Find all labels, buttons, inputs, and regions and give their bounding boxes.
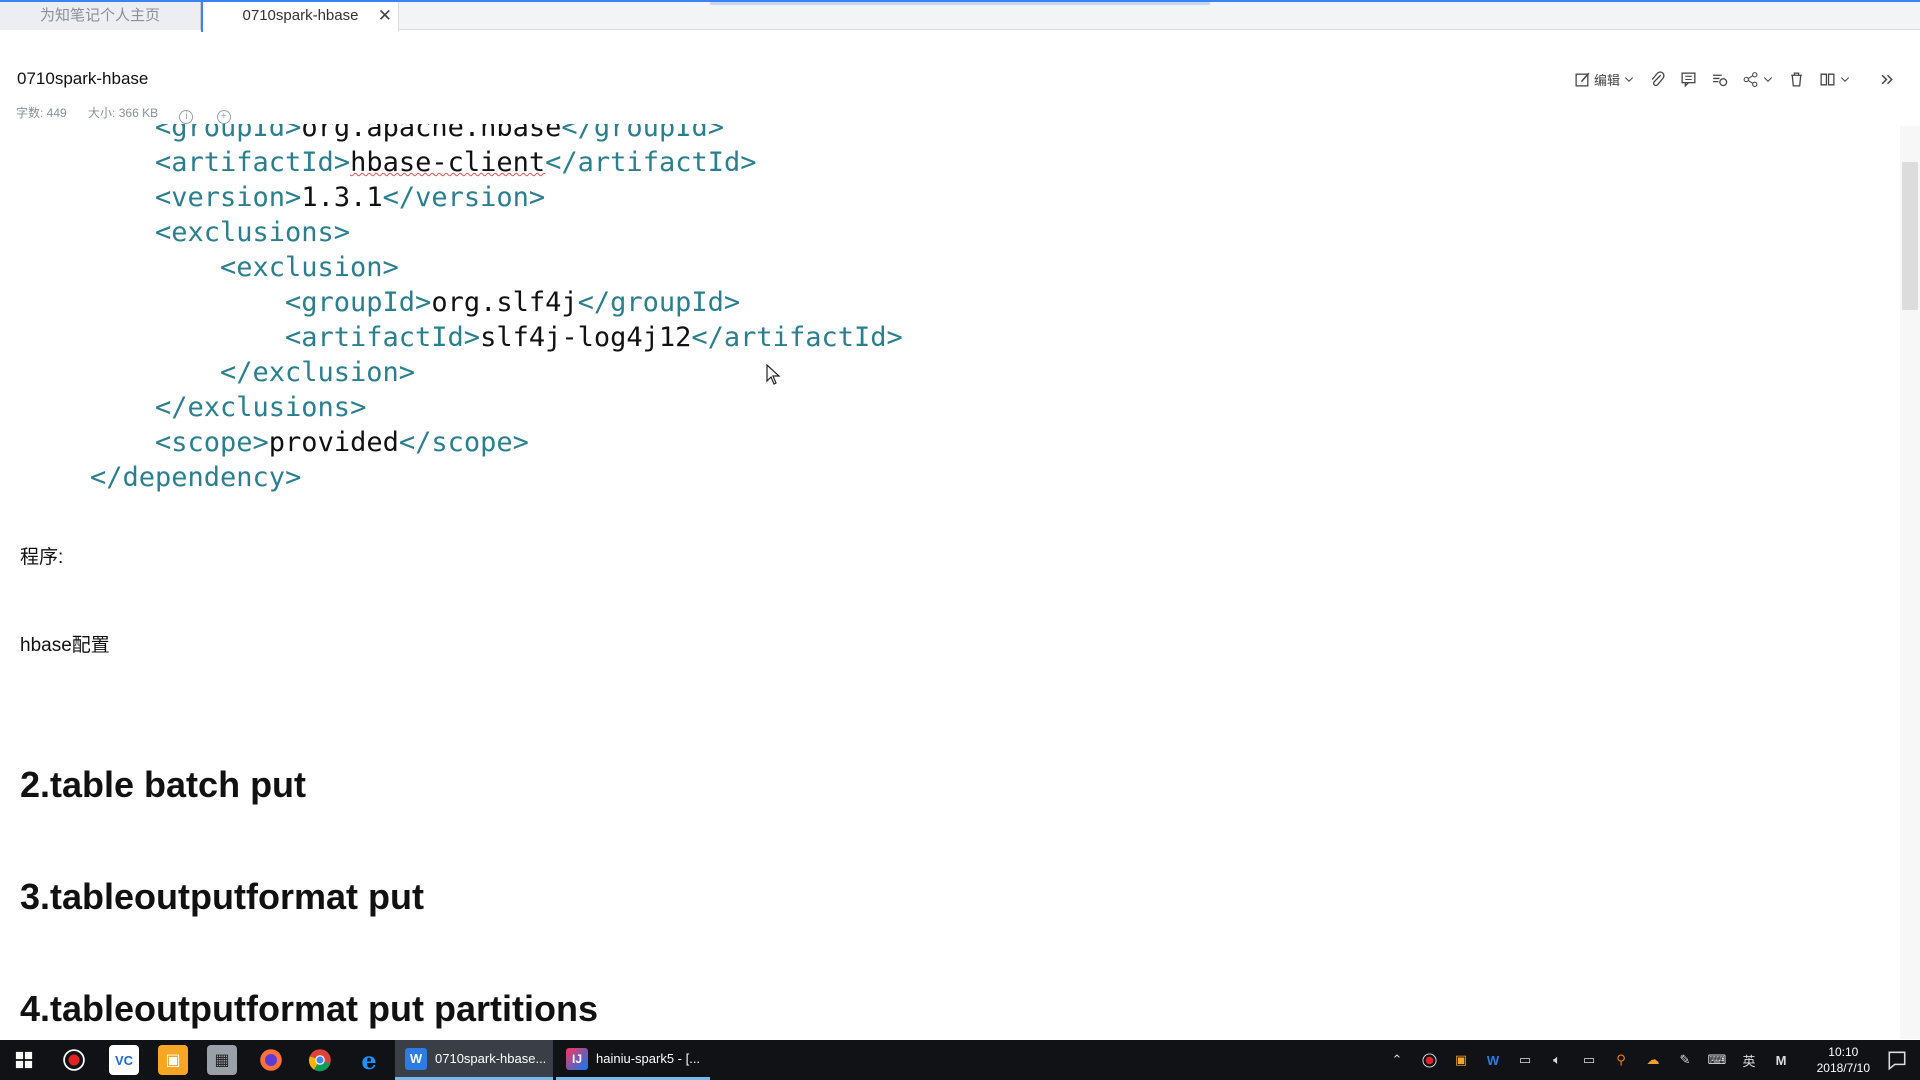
- info-icon[interactable]: i: [179, 110, 194, 124]
- scrollbar-thumb[interactable]: [1902, 162, 1918, 310]
- attachment-button[interactable]: [1649, 68, 1666, 90]
- taskbar-app-wiz-note[interactable]: W 0710spark-hbase...: [395, 1040, 553, 1080]
- mouse-cursor-icon: [766, 364, 781, 385]
- tab-bar: 为知笔记个人主页 0710spark-hbase ✕: [0, 0, 1920, 32]
- taskbar-app-intellij[interactable]: IJ hainiu-spark5 - [...: [556, 1040, 710, 1080]
- recorder-icon[interactable]: [59, 1045, 89, 1075]
- code-line: </exclusion>: [220, 357, 416, 388]
- book-icon: [1820, 73, 1835, 85]
- word-count: 字数: 449: [16, 106, 67, 120]
- code-line: <groupId>org.apache.hbase</groupId>: [155, 124, 724, 143]
- history-icon: [1713, 74, 1728, 86]
- chevron-up-icon[interactable]: ⌃: [1388, 1051, 1406, 1069]
- code-line: <exclusions>: [155, 217, 351, 248]
- calculator-app-icon[interactable]: ▦: [207, 1045, 237, 1075]
- close-icon[interactable]: ✕: [378, 2, 392, 30]
- tab-note[interactable]: 0710spark-hbase ✕: [201, 2, 399, 32]
- edge-icon[interactable]: e: [354, 1045, 384, 1075]
- volume-icon[interactable]: 🔈︎: [1548, 1051, 1566, 1069]
- code-line: <version>1.3.1</version>: [155, 182, 546, 213]
- cloud-tray-icon[interactable]: ☁: [1644, 1051, 1662, 1069]
- program-label: 程序:: [20, 547, 64, 568]
- note-title: 0710spark-hbase: [17, 69, 149, 88]
- clock[interactable]: 10:10 2018/7/10: [1817, 1044, 1870, 1076]
- ime-mode-icon[interactable]: M: [1772, 1051, 1790, 1069]
- chevron-down-icon: [1624, 77, 1634, 82]
- keyboard-icon[interactable]: ⌨: [1708, 1051, 1727, 1069]
- taskbar-app-label: 0710spark-hbase...: [435, 1051, 547, 1066]
- code-line: <scope>provided</scope>: [155, 427, 529, 458]
- expand-button[interactable]: [1879, 68, 1896, 90]
- note-meta: 字数: 449 大小: 366 KB i +: [16, 104, 251, 124]
- heading-table-batch-put: 2.table batch put: [20, 764, 307, 805]
- code-line: <artifactId>hbase-client</artifactId>: [155, 147, 757, 178]
- search-tray-icon[interactable]: ⚲: [1612, 1051, 1630, 1069]
- code-line: </dependency>: [90, 462, 302, 493]
- notification-center-icon[interactable]: [1886, 1049, 1908, 1071]
- heading-tableoutputformat-put: 3.tableoutputformat put: [20, 876, 424, 917]
- note-toolbar: 编辑: [1574, 68, 1896, 90]
- code-line: <groupId>org.slf4j</groupId>: [285, 287, 741, 318]
- firefox-icon[interactable]: [256, 1045, 286, 1075]
- edit-icon: [1575, 72, 1590, 87]
- ime-language-indicator[interactable]: 英: [1740, 1051, 1758, 1069]
- history-button[interactable]: [1711, 68, 1728, 90]
- double-chevron-right-icon: [1881, 74, 1893, 84]
- chevron-down-icon: [1840, 77, 1850, 82]
- wiz-note-icon: W: [405, 1047, 427, 1070]
- taskbar-app-label: hainiu-spark5 - [...: [596, 1051, 701, 1066]
- code-line: </exclusions>: [155, 392, 367, 423]
- tab-personal-home[interactable]: 为知笔记个人主页: [0, 2, 201, 30]
- add-icon[interactable]: +: [216, 110, 231, 124]
- pen-icon[interactable]: ✎: [1676, 1051, 1694, 1069]
- loading-indicator: [710, 2, 1210, 5]
- record-tray-icon[interactable]: [1420, 1051, 1438, 1069]
- code-line: <exclusion>: [220, 252, 399, 283]
- share-icon: [1743, 71, 1758, 87]
- edit-button[interactable]: 编辑: [1574, 68, 1635, 90]
- note-content[interactable]: <groupId>org.apache.hbase</groupId> <art…: [0, 124, 1900, 1039]
- intellij-icon: IJ: [566, 1047, 588, 1070]
- edit-label: 编辑: [1593, 72, 1620, 88]
- tab-label: 0710spark-hbase: [242, 7, 359, 24]
- clock-date: 2018/7/10: [1816, 1061, 1870, 1075]
- wiz-tray-icon[interactable]: W: [1484, 1051, 1502, 1069]
- trash-icon: [1791, 71, 1802, 87]
- power-tray-icon[interactable]: ▭: [1516, 1051, 1534, 1069]
- network-icon[interactable]: ▭: [1580, 1051, 1598, 1069]
- taskbar: VC ▣ ▦ e W 0710spark-hbase... IJ hainiu-…: [0, 1040, 1920, 1080]
- paperclip-icon: [1651, 70, 1665, 86]
- comment-icon: [1681, 71, 1696, 87]
- hbase-config-label: hbase配置: [20, 635, 110, 656]
- chrome-icon[interactable]: [305, 1045, 335, 1075]
- code-line: <artifactId>slf4j-log4j12</artifactId>: [285, 322, 903, 353]
- delete-button[interactable]: [1788, 68, 1805, 90]
- tab-label: 为知笔记个人主页: [39, 7, 160, 24]
- vc-app-icon[interactable]: VC: [109, 1045, 139, 1075]
- heading-tableoutputformat-partitions: 4.tableoutputformat put partitions: [20, 988, 598, 1029]
- package-tray-icon[interactable]: ▣: [1452, 1051, 1470, 1069]
- comment-button[interactable]: [1680, 68, 1697, 90]
- reading-mode-button[interactable]: [1819, 68, 1851, 90]
- share-button[interactable]: [1742, 68, 1774, 90]
- clock-time: 10:10: [1828, 1045, 1859, 1059]
- windows-start-icon[interactable]: [9, 1045, 39, 1075]
- package-app-icon[interactable]: ▣: [158, 1045, 188, 1075]
- file-size: 大小: 366 KB: [88, 106, 159, 120]
- chevron-down-icon: [1763, 77, 1773, 82]
